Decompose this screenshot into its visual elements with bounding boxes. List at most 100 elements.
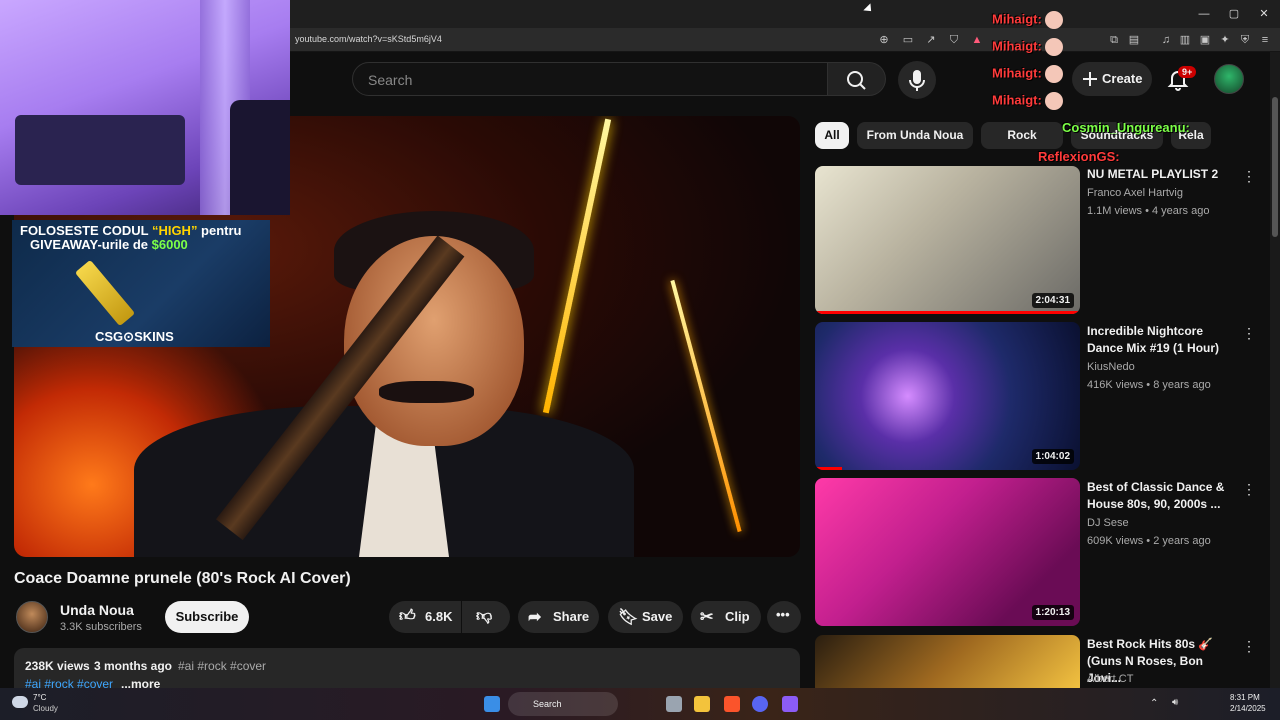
sponsor-text-c: pentru: [197, 223, 242, 238]
rec-title[interactable]: Incredible Nightcore Dance Mix #19 (1 Ho…: [1087, 323, 1237, 357]
more-vertical-icon[interactable]: ⋮: [1242, 168, 1256, 185]
sidebar-icon[interactable]: ▥: [1178, 33, 1192, 47]
taskbar-search-label: Search: [533, 699, 562, 709]
rec-title[interactable]: Best of Classic Dance & House 80s, 90, 2…: [1087, 479, 1237, 513]
chat-message: Mihaigt:: [992, 92, 1064, 110]
rec-thumbnail[interactable]: 1:20:13: [815, 478, 1080, 626]
ai-icon[interactable]: ✦: [1218, 33, 1232, 47]
channel-avatar[interactable]: [16, 601, 48, 633]
chat-message: Mihaigt:: [992, 11, 1064, 29]
create-button[interactable]: Create: [1072, 62, 1152, 96]
sponsor-text-line1: FOLOSESTE CODUL “HIGH” pentru: [20, 223, 270, 238]
app-grid-icon[interactable]: [782, 696, 798, 712]
taskbar-clock[interactable]: 8:31 PM: [1230, 693, 1260, 702]
like-button[interactable]: 👍︎ 6.8K: [389, 601, 461, 633]
sponsor-amount: $6000: [151, 237, 188, 252]
weather-desc[interactable]: Cloudy: [33, 704, 58, 713]
like-count: 6.8K: [425, 609, 453, 624]
rec-title[interactable]: NU METAL PLAYLIST 2: [1087, 166, 1237, 183]
thumbs-down-icon: 👎︎: [476, 608, 493, 625]
url-text[interactable]: youtube.com/watch?v=sKStd5m6jV4: [295, 34, 442, 44]
duration-badge: 2:04:31: [1031, 293, 1074, 308]
close-icon[interactable]: ✕: [1256, 6, 1272, 22]
rec-channel[interactable]: Albert CT: [1087, 673, 1133, 685]
cast-icon[interactable]: ▭: [901, 33, 915, 47]
rec-channel[interactable]: KiusNedo: [1087, 361, 1135, 373]
zoom-icon[interactable]: ⊕: [877, 33, 891, 47]
volume-icon[interactable]: 🔊︎: [1172, 697, 1178, 708]
channel-name[interactable]: Unda Noua: [60, 602, 134, 618]
save-label: Save: [642, 609, 673, 624]
page-scrollbar[interactable]: [1270, 52, 1280, 688]
discord-icon[interactable]: [752, 696, 768, 712]
account-avatar[interactable]: [1214, 64, 1244, 94]
minimize-icon[interactable]: —: [1196, 6, 1212, 22]
sponsor-text-giveaway: GIVEAWAY-urile de: [30, 237, 152, 252]
windows-start-icon[interactable]: [484, 696, 500, 712]
emote-icon: [1045, 65, 1064, 83]
more-vertical-icon[interactable]: ⋮: [1242, 325, 1256, 342]
clip-label: Clip: [725, 609, 750, 624]
clip-button[interactable]: ✂ Clip: [691, 601, 761, 633]
extensions-icon[interactable]: ⧉: [1107, 33, 1121, 47]
vpn-icon[interactable]: ⛨: [1238, 33, 1252, 47]
webcam-couch: [15, 115, 185, 185]
view-count: 238K views: [25, 659, 90, 673]
subscriber-count: 3.3K subscribers: [60, 621, 142, 633]
triangle-icon[interactable]: ▲: [970, 33, 984, 47]
emote-icon: [1045, 11, 1064, 29]
voice-search-button[interactable]: [898, 61, 936, 99]
search-icon: [847, 71, 866, 90]
music-icon[interactable]: ♫: [1159, 33, 1173, 47]
cloud-icon: [12, 696, 28, 708]
subscribe-button[interactable]: Subscribe: [165, 601, 249, 633]
thumbs-up-icon: 👍︎: [399, 608, 416, 625]
chip-all[interactable]: All: [815, 122, 849, 149]
scissors-icon: ✂: [700, 609, 714, 626]
watch-progress: [815, 467, 842, 470]
rec-meta: 1.1M views • 4 years ago: [1087, 205, 1210, 217]
rec-channel[interactable]: Franco Axel Hartvig: [1087, 187, 1183, 199]
webcam-overlay: [0, 0, 290, 215]
wallet-icon[interactable]: ▣: [1198, 33, 1212, 47]
more-actions-button[interactable]: •••: [767, 601, 801, 633]
chat-username: Mihaigt:: [992, 65, 1042, 81]
chip-from-channel[interactable]: From Unda Noua: [857, 122, 973, 149]
share-button[interactable]: ➦ Share: [518, 601, 599, 633]
chat-message: Mihaigt:: [992, 38, 1064, 56]
upload-date: 3 months ago: [94, 659, 173, 673]
task-view-icon[interactable]: [666, 696, 682, 712]
watch-progress: [815, 311, 1080, 314]
chat-message: Mihaigt:: [992, 65, 1064, 83]
rec-thumbnail[interactable]: [815, 635, 1080, 695]
duration-badge: 1:20:13: [1031, 605, 1074, 620]
rec-thumbnail[interactable]: 2:04:31: [815, 166, 1080, 314]
rec-thumbnail[interactable]: 1:04:02: [815, 322, 1080, 470]
chip-rock[interactable]: Rock: [981, 122, 1063, 149]
chevron-up-icon[interactable]: ⌃: [1150, 698, 1158, 709]
taskbar-search[interactable]: Search: [508, 692, 618, 716]
menu-icon[interactable]: ≡: [1258, 33, 1272, 47]
search-button[interactable]: [828, 62, 886, 96]
video-frame-mustache: [379, 381, 474, 403]
weather-temp[interactable]: 7°C: [33, 693, 46, 702]
sponsor-code: “HIGH”: [151, 223, 198, 238]
rec-channel[interactable]: DJ Sese: [1087, 517, 1129, 529]
taskbar-date[interactable]: 2/14/2025: [1230, 704, 1266, 713]
reader-icon[interactable]: ▤: [1127, 33, 1141, 47]
dislike-button[interactable]: 👎︎: [462, 601, 510, 633]
share-label: Share: [553, 609, 590, 624]
save-button[interactable]: 🔖︎ Save: [608, 601, 683, 633]
more-vertical-icon[interactable]: ⋮: [1242, 481, 1256, 498]
hashtags[interactable]: #ai #rock #cover: [178, 659, 266, 673]
brave-browser-icon[interactable]: [724, 696, 740, 712]
file-explorer-icon[interactable]: [694, 696, 710, 712]
microphone-icon: [909, 70, 925, 91]
scrollbar-thumb[interactable]: [1272, 97, 1278, 237]
share-page-icon[interactable]: ↗: [924, 33, 938, 47]
chat-username: Cosmin_Ungureanu:: [1062, 120, 1190, 135]
search-input[interactable]: Search: [352, 62, 828, 96]
more-vertical-icon[interactable]: ⋮: [1242, 638, 1256, 655]
maximize-icon[interactable]: ▢: [1226, 6, 1242, 22]
shield-icon[interactable]: ⛉: [947, 33, 961, 47]
